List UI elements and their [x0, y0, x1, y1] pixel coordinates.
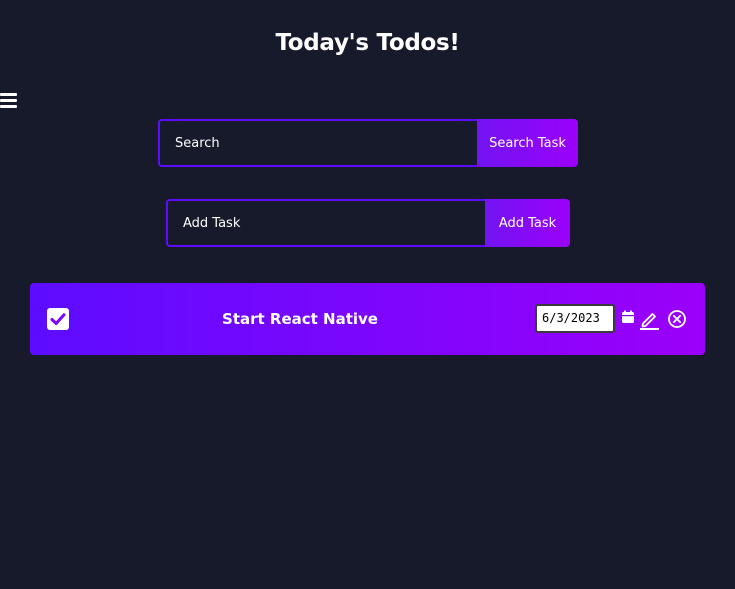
calendar-icon[interactable]: [621, 310, 635, 324]
page-title: Today's Todos!: [275, 30, 460, 56]
search-task-button[interactable]: Search Task: [477, 119, 578, 167]
delete-icon[interactable]: [667, 309, 687, 329]
add-task-input[interactable]: [166, 199, 485, 247]
menu-icon[interactable]: [0, 93, 18, 109]
edit-icon[interactable]: [639, 309, 660, 330]
todo-text: Start React Native: [222, 310, 378, 328]
checkmark-icon: [50, 313, 66, 325]
search-form: Search Task: [158, 119, 578, 167]
add-task-form: Add Task: [166, 199, 570, 247]
todo-date-input[interactable]: 6/3/2023: [535, 304, 615, 333]
search-input[interactable]: [158, 119, 477, 167]
add-task-button[interactable]: Add Task: [485, 199, 570, 247]
todo-item: Start React Native 6/3/2023: [30, 283, 705, 355]
todo-checkbox[interactable]: [47, 308, 69, 330]
